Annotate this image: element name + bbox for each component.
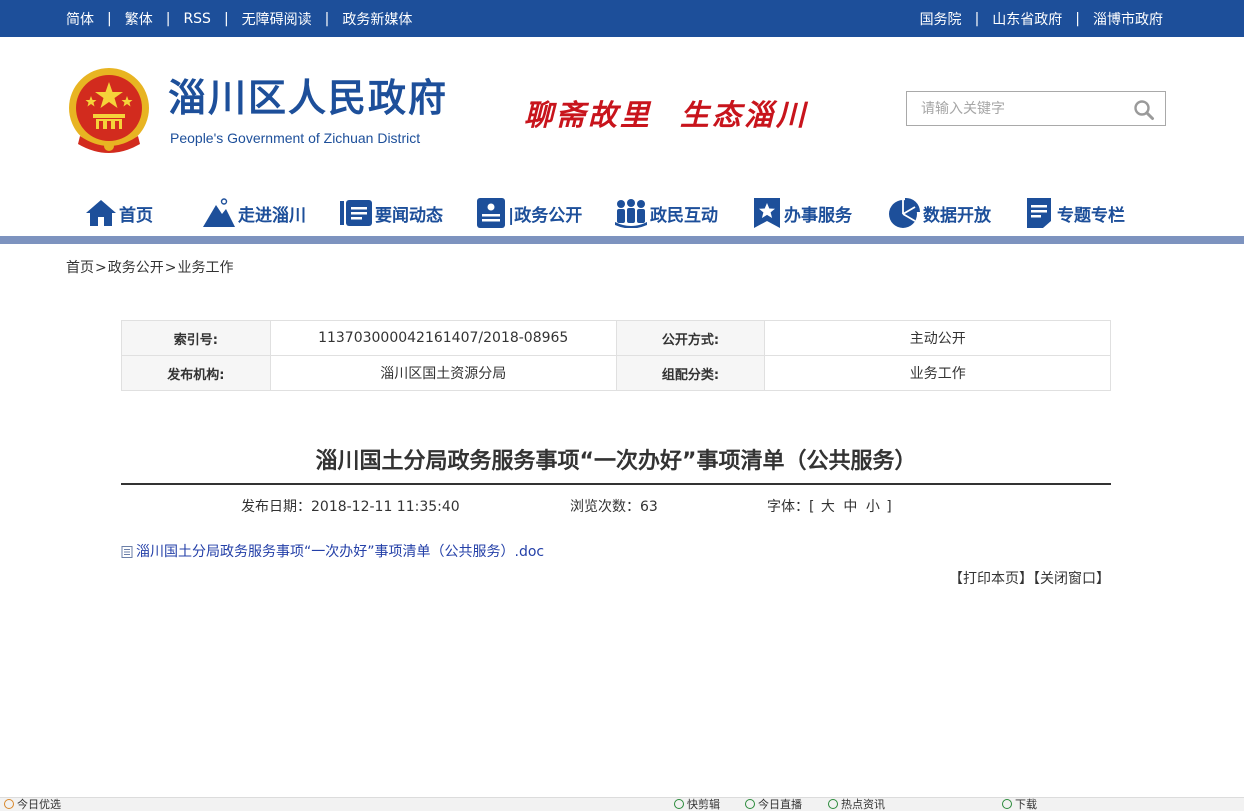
top-link-rss[interactable]: RSS (183, 11, 211, 27)
nav-item-home[interactable]: 首页 (85, 190, 153, 236)
nav-label: 要闻动态 (375, 205, 443, 226)
site-subtitle: People's Government of Zichuan District (170, 130, 421, 146)
top-link-accessibility[interactable]: 无障碍阅读 (242, 9, 312, 29)
status-today-picks[interactable]: 今日优选 (4, 798, 61, 811)
publisher-value: 淄川区国土资源分局 (269, 355, 617, 391)
slogan-right: 生态淄川 (680, 98, 809, 132)
news-icon (828, 799, 838, 809)
top-link-simplified[interactable]: 简体 (66, 9, 94, 29)
top-link-zibo-gov[interactable]: 淄博市政府 (1093, 9, 1163, 29)
nav-item-about[interactable]: 走进淄川 (202, 190, 306, 236)
status-download[interactable]: 下载 (1002, 798, 1037, 811)
home-icon (85, 198, 117, 228)
nav-label: 办事服务 (784, 205, 852, 226)
top-link-shandong-gov[interactable]: 山东省政府 (992, 9, 1062, 29)
top-bar: 简体 | 繁体 | RSS | 无障碍阅读 | 政务新媒体 国务院 | 山东省政… (0, 0, 1244, 37)
people-icon (614, 198, 648, 228)
nav-label: 政民互动 (650, 205, 718, 226)
index-value: 113703000042161407/2018-08965 (269, 320, 617, 356)
close-window-button[interactable]: 【关闭窗口】 (1033, 571, 1110, 587)
site-title[interactable]: 淄川区人民政府 (168, 77, 448, 120)
news-icon (339, 198, 373, 228)
notes-icon (1025, 197, 1055, 229)
circle-icon (4, 799, 14, 809)
category-label: 组配分类: (615, 355, 766, 391)
site-slogan: 聊斋故里 生态淄川 (524, 92, 808, 134)
table-row: 发布机构: 淄川区国土资源分局 组配分类: 业务工作 (121, 355, 1111, 391)
nav-label: |政务公开 (508, 205, 583, 226)
nav-item-services[interactable]: 办事服务 (752, 190, 852, 236)
top-bar-left-links: 简体 | 繁体 | RSS | 无障碍阅读 | 政务新媒体 (66, 9, 413, 29)
nav-item-interaction[interactable]: 政民互动 (614, 190, 718, 236)
attachment: 淄川国土分局政务服务事项“一次办好”事项清单（公共服务）.doc (121, 541, 544, 561)
play-icon (674, 799, 684, 809)
breadcrumb-home[interactable]: 首页 (66, 260, 94, 276)
top-link-state-council[interactable]: 国务院 (920, 9, 962, 29)
category-value: 业务工作 (764, 355, 1111, 391)
page-actions: 【打印本页】【关闭窗口】 (949, 568, 1110, 588)
nav-item-news[interactable]: 要闻动态 (339, 190, 443, 236)
download-icon (1002, 799, 1012, 809)
browser-status-bar: 今日优选 快剪辑 今日直播 热点资讯 下载 (0, 797, 1244, 811)
star-bookmark-icon (752, 197, 782, 229)
mountain-icon (202, 198, 236, 228)
open-method-value: 主动公开 (764, 320, 1111, 356)
search-icon[interactable] (1133, 99, 1155, 121)
nav-item-open-data[interactable]: 数据开放 (887, 190, 991, 236)
publish-date: 发布日期：2018-12-11 11:35:40 (241, 499, 460, 515)
index-label: 索引号: (121, 320, 271, 356)
main-nav: 首页 走进淄川 要闻动态 |政务公开 政民互动 办事服务 数据开放 专题专栏 (0, 190, 1244, 236)
search-input[interactable] (907, 92, 1127, 125)
attachment-link[interactable]: 淄川国土分局政务服务事项“一次办好”事项清单（公共服务）.doc (136, 541, 544, 561)
article-title: 淄川国土分局政务服务事项“一次办好”事项清单（公共服务） (315, 449, 917, 474)
title-divider (121, 483, 1111, 485)
nav-label: 首页 (119, 205, 153, 226)
slogan-left: 聊斋故里 (524, 98, 653, 132)
nav-item-gov-info[interactable]: |政务公开 (476, 190, 582, 236)
print-page-button[interactable]: 【打印本页】 (949, 571, 1033, 587)
font-size-switcher: 字体：[ 大 中 小 ] (767, 499, 892, 515)
nav-label: 数据开放 (923, 205, 991, 226)
status-live[interactable]: 今日直播 (745, 798, 802, 811)
nav-label: 走进淄川 (238, 205, 306, 226)
font-size-large-button[interactable]: 大 (821, 499, 835, 515)
pie-chart-icon (887, 197, 921, 229)
nav-item-special[interactable]: 专题专栏 (1025, 190, 1125, 236)
status-hot-news[interactable]: 热点资讯 (828, 798, 885, 811)
view-count: 浏览次数：63 (570, 499, 658, 515)
open-method-label: 公开方式: (615, 320, 766, 356)
breadcrumb-gov-info[interactable]: 政务公开 (108, 260, 164, 276)
status-quick-edit[interactable]: 快剪辑 (674, 798, 720, 811)
doc-file-icon (121, 546, 133, 558)
search-box (906, 91, 1166, 126)
breadcrumb-business[interactable]: 业务工作 (177, 260, 233, 276)
top-link-new-media[interactable]: 政务新媒体 (342, 9, 412, 29)
breadcrumb: 首页>政务公开>业务工作 (66, 260, 234, 276)
document-meta-table: 索引号: 113703000042161407/2018-08965 公开方式:… (121, 320, 1111, 391)
font-size-small-button[interactable]: 小 (866, 499, 880, 515)
national-emblem-logo[interactable] (66, 66, 152, 158)
nav-label: 专题专栏 (1057, 205, 1125, 226)
font-size-medium-button[interactable]: 中 (843, 499, 857, 515)
publisher-label: 发布机构: (121, 355, 271, 391)
nav-divider (0, 236, 1244, 244)
top-link-traditional[interactable]: 繁体 (125, 9, 153, 29)
table-row: 索引号: 113703000042161407/2018-08965 公开方式:… (121, 320, 1111, 356)
document-icon (476, 197, 506, 229)
top-bar-right-links: 国务院 | 山东省政府 | 淄博市政府 (919, 9, 1163, 29)
live-icon (745, 799, 755, 809)
